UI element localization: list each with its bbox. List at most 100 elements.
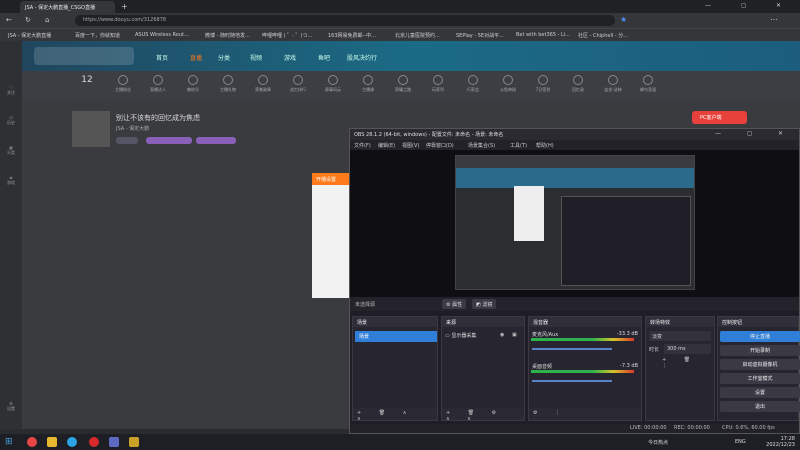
- eye-icon[interactable]: ◉: [500, 332, 504, 338]
- pc-client-download-button[interactable]: PC客户端: [692, 111, 747, 124]
- scenes-footer[interactable]: + 🗑 ∧ ∨: [353, 408, 437, 422]
- menu-scene-collection[interactable]: 场景集合(S): [468, 142, 495, 149]
- obs-preview[interactable]: [350, 150, 799, 297]
- streamer-avatar[interactable]: [72, 111, 110, 147]
- lock-icon[interactable]: ▣: [512, 332, 517, 338]
- menu-tools[interactable]: 工具(T): [510, 142, 527, 149]
- browser-tab[interactable]: JSA - 保定大鹏直播_CSGO直播: [20, 1, 115, 13]
- taskbar-app-icon[interactable]: [27, 437, 37, 447]
- menu-view[interactable]: 视图(V): [402, 142, 419, 149]
- star-icon[interactable]: ★: [620, 15, 627, 24]
- filters-button[interactable]: ◩ 滤镜: [472, 299, 497, 309]
- stop-streaming-button[interactable]: 停止直播: [720, 331, 800, 342]
- category-item[interactable]: 7日签到: [530, 75, 556, 93]
- back-icon[interactable]: ←: [6, 16, 12, 24]
- menu-edit[interactable]: 编辑(E): [378, 142, 395, 149]
- sidebar-item-category[interactable]: ▦ 分类: [4, 145, 18, 156]
- taskbar-app-icon[interactable]: [109, 437, 119, 447]
- preview-display-capture: [455, 155, 695, 290]
- category-item[interactable]: 斗鱼神秘: [495, 75, 521, 93]
- category-strip: 12 主播粉丝 直播达人 集结号 主播礼物 荣誉勋章 战力排行 赛事风云 主播课…: [22, 71, 800, 124]
- windows-start-icon[interactable]: ⊞: [5, 437, 15, 447]
- studio-mode-button[interactable]: 工作室模式: [720, 373, 800, 384]
- category-item[interactable]: 荣耀之路: [390, 75, 416, 93]
- category-item[interactable]: 荣誉勋章: [250, 75, 276, 93]
- volume-slider[interactable]: [532, 380, 612, 382]
- category-item[interactable]: 回忆录: [565, 75, 591, 93]
- nav-live[interactable]: 直播: [190, 53, 202, 62]
- mixer-track-db: -33.3 dB: [616, 331, 638, 337]
- favorite-link[interactable]: SEPlay - 5E对战平...: [456, 32, 504, 39]
- category-item[interactable]: 直播达人: [145, 75, 171, 93]
- room-tag[interactable]: [146, 137, 192, 144]
- category-item[interactable]: 赛事风云: [320, 75, 346, 93]
- douyu-logo[interactable]: [34, 47, 134, 65]
- sources-footer[interactable]: + 🗑 ⚙ ∧ ∨: [442, 408, 524, 422]
- favorite-link[interactable]: 百度一下，你就知道: [75, 32, 120, 39]
- start-recording-button[interactable]: 开始录制: [720, 345, 800, 356]
- obs-window-controls[interactable]: — ◻ ✕: [715, 130, 795, 137]
- volume-slider[interactable]: [532, 348, 612, 350]
- transition-tools[interactable]: + 🗑 ⋮: [662, 357, 714, 369]
- properties-button[interactable]: ⚙ 属性: [442, 299, 467, 309]
- exit-button[interactable]: 退出: [720, 401, 800, 412]
- source-item[interactable]: ▭ 显示器采集: [445, 332, 476, 339]
- category-item[interactable]: 玩家列: [425, 75, 451, 93]
- news-widget[interactable]: 今日热点: [648, 439, 668, 446]
- volume-meter: [531, 338, 634, 341]
- nav-yuba[interactable]: 鱼吧: [318, 53, 330, 62]
- category-item[interactable]: 主播粉丝: [110, 75, 136, 93]
- new-tab-button[interactable]: +: [121, 2, 128, 11]
- favorite-link[interactable]: ASUS Wireless Rout...: [135, 32, 189, 38]
- start-virtual-camera-button[interactable]: 启动虚拟摄像机: [720, 359, 800, 370]
- nav-games[interactable]: 游戏: [284, 53, 296, 62]
- category-item[interactable]: 集结号: [180, 75, 206, 93]
- sidebar-item-settings[interactable]: ⚙ 设置: [4, 401, 18, 412]
- preview-banner: [456, 168, 694, 188]
- category-item[interactable]: 行家会: [460, 75, 486, 93]
- more-menu-icon[interactable]: ⋯: [770, 15, 778, 24]
- room-tag[interactable]: [196, 137, 236, 144]
- sidebar-item-games[interactable]: ◈ 游戏: [4, 175, 18, 186]
- duration-field[interactable]: 300 ms: [664, 344, 711, 354]
- favorite-link[interactable]: 163网易免费邮--中...: [328, 32, 376, 39]
- mixer-footer[interactable]: ⚙ ⋮: [529, 408, 641, 420]
- transition-select[interactable]: 淡变: [649, 331, 711, 341]
- taskbar-clock[interactable]: 17:28 2022/12/23: [766, 436, 795, 448]
- category-item[interactable]: 主播礼物: [215, 75, 241, 93]
- menu-docks[interactable]: 停靠窗口(D): [426, 142, 454, 149]
- favorite-link[interactable]: 微博 - 随时随地发...: [205, 32, 250, 39]
- favorite-link[interactable]: 社区 - Chiphell - 分...: [578, 32, 628, 39]
- scene-item[interactable]: 场景: [355, 331, 437, 342]
- refresh-icon[interactable]: ↻: [25, 16, 31, 24]
- category-item[interactable]: 连坐-送神: [600, 75, 626, 93]
- browser-window-controls[interactable]: — ◻ ✕: [705, 2, 795, 9]
- nav-category[interactable]: 分类: [218, 53, 230, 62]
- taskbar-app-icon[interactable]: [129, 437, 139, 447]
- menu-help[interactable]: 帮助(H): [536, 142, 554, 149]
- category-item[interactable]: 战力排行: [285, 75, 311, 93]
- volume-meter: [531, 370, 634, 373]
- url-field[interactable]: https://www.douyu.com/3126878: [75, 15, 615, 26]
- file-explorer-icon[interactable]: [47, 437, 57, 447]
- favorite-link[interactable]: JSA - 保定大鹏直播: [8, 32, 51, 39]
- favorite-link[interactable]: Bet with bet365 - Li...: [516, 32, 570, 38]
- nav-home[interactable]: 首页: [156, 53, 168, 62]
- favorite-link[interactable]: 哔哩哔哩 ( ゜- ゜)つ...: [262, 32, 312, 39]
- language-indicator[interactable]: ENG: [735, 439, 746, 445]
- mixer-track-db: -7.3 dB: [620, 363, 638, 369]
- netease-music-icon[interactable]: [89, 437, 99, 447]
- sidebar-item-follow[interactable]: ♡ 关注: [4, 85, 18, 96]
- room-tag[interactable]: [116, 137, 138, 144]
- edge-browser-icon[interactable]: [67, 437, 77, 447]
- category-item[interactable]: 主播课: [355, 75, 381, 93]
- sidebar-item-history[interactable]: ◷ 历史: [4, 115, 18, 126]
- nav-video[interactable]: 视频: [250, 53, 262, 62]
- favorite-link[interactable]: 北京儿童医院预约...: [395, 32, 440, 39]
- nav-event[interactable]: 股风决约行: [347, 53, 377, 62]
- menu-file[interactable]: 文件(F): [354, 142, 371, 149]
- settings-button[interactable]: 设置: [720, 387, 800, 398]
- category-item[interactable]: 蜂鸟竞速: [635, 75, 661, 93]
- home-icon[interactable]: ⌂: [45, 16, 49, 24]
- clock-date: 2022/12/23: [766, 442, 795, 448]
